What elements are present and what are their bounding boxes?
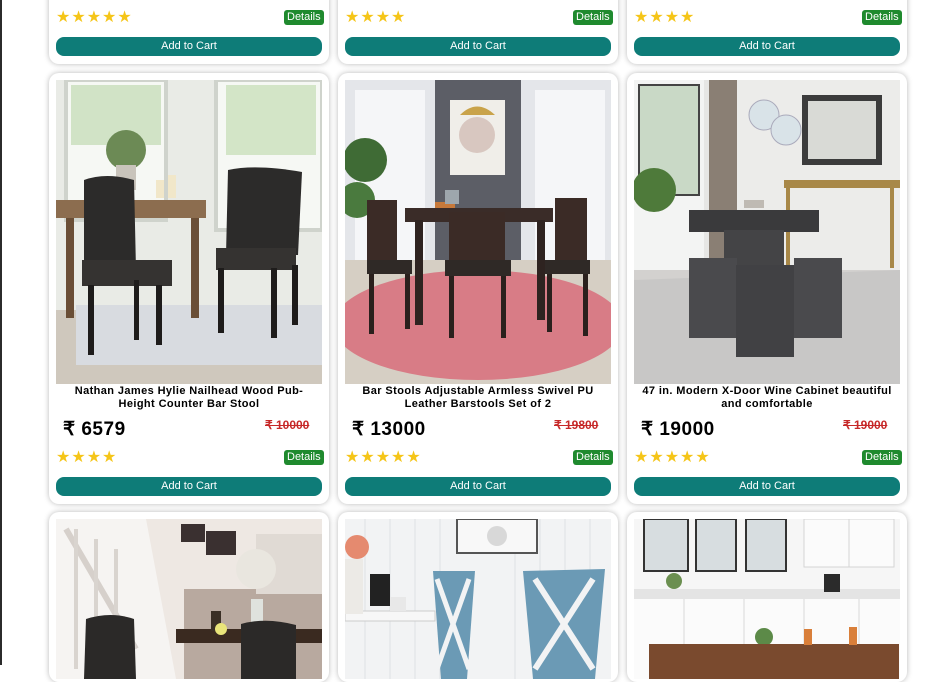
product-old-price: ₹ 19800 [554,418,599,432]
product-old-price: ₹ 10000 [265,418,310,432]
details-button[interactable]: Details [284,10,324,25]
product-card-top-3: ★★★★ Details Add to Cart [627,0,907,64]
rating-stars: ★★★★ [56,449,118,466]
add-to-cart-button[interactable]: Add to Cart [56,477,322,496]
product-card-top-1: ★★★★★ Details Add to Cart [49,0,329,64]
product-card [49,512,329,682]
product-old-price: ₹ 19000 [843,418,888,432]
product-card [338,512,618,682]
rating-stars: ★★★★★ [345,449,422,466]
rating-stars: ★★★★ [345,9,407,26]
product-image[interactable] [634,80,900,384]
product-card-top-2: ★★★★ Details Add to Cart [338,0,618,64]
details-button[interactable]: Details [862,450,902,465]
product-card [627,512,907,682]
rating-stars: ★★★★ [634,9,696,26]
add-to-cart-button[interactable]: Add to Cart [56,37,322,56]
add-to-cart-button[interactable]: Add to Cart [345,477,611,496]
product-price: ₹ 19000 [641,419,715,440]
add-to-cart-button[interactable]: Add to Cart [634,477,900,496]
details-button[interactable]: Details [862,10,902,25]
product-card: Bar Stools Adjustable Armless Swivel PU … [338,73,618,504]
product-title[interactable]: 47 in. Modern X-Door Wine Cabinet beauti… [641,385,893,411]
details-button[interactable]: Details [284,450,324,465]
product-price: ₹ 6579 [63,419,126,440]
product-image[interactable] [345,80,611,384]
details-button[interactable]: Details [573,10,613,25]
product-image[interactable] [56,80,322,384]
product-price: ₹ 13000 [352,419,426,440]
product-card: 47 in. Modern X-Door Wine Cabinet beauti… [627,73,907,504]
details-button[interactable]: Details [573,450,613,465]
product-card: Nathan James Hylie Nailhead Wood Pub-Hei… [49,73,329,504]
product-title[interactable]: Nathan James Hylie Nailhead Wood Pub-Hei… [63,385,315,411]
product-image[interactable] [56,519,322,679]
product-image[interactable] [634,519,900,679]
rating-stars: ★★★★★ [634,449,711,466]
product-image[interactable] [345,519,611,679]
window-edge [0,0,2,665]
add-to-cart-button[interactable]: Add to Cart [345,37,611,56]
rating-stars: ★★★★★ [56,9,133,26]
product-title[interactable]: Bar Stools Adjustable Armless Swivel PU … [352,385,604,411]
add-to-cart-button[interactable]: Add to Cart [634,37,900,56]
